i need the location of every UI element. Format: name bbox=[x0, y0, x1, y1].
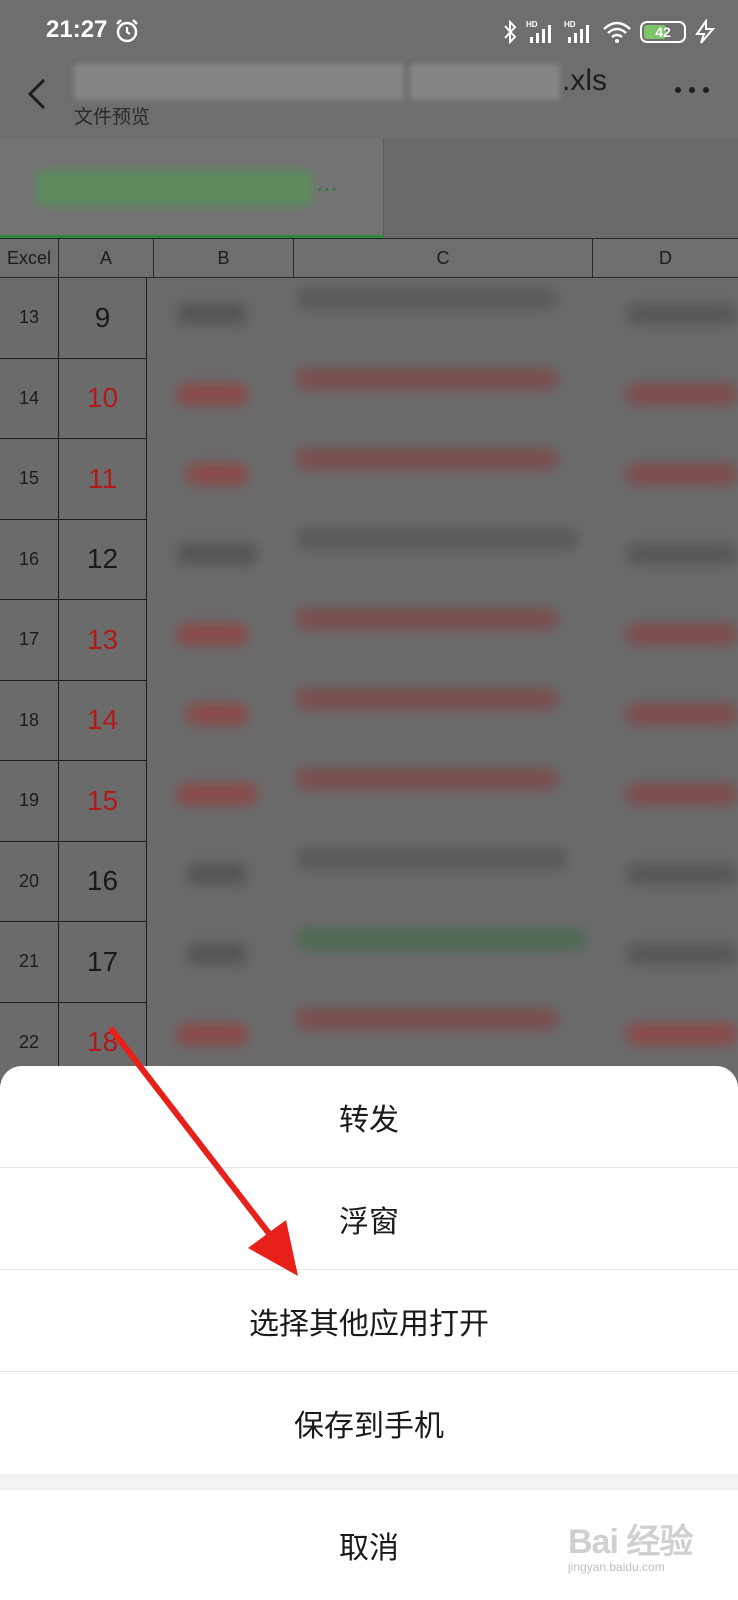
column-header-d[interactable]: D bbox=[593, 238, 738, 278]
row-header[interactable]: 15 bbox=[0, 439, 59, 520]
sheet-tab-strip: … bbox=[0, 138, 738, 238]
row-header[interactable]: 18 bbox=[0, 680, 59, 761]
battery-icon: 42 bbox=[640, 21, 686, 43]
row-header[interactable]: 17 bbox=[0, 600, 59, 681]
page-subtitle: 文件预览 bbox=[74, 106, 151, 128]
back-icon[interactable] bbox=[22, 74, 52, 114]
status-icons: HD HD 42 bbox=[502, 16, 716, 48]
floating-window-option[interactable]: 浮窗 bbox=[0, 1168, 738, 1270]
watermark-url: jingyan.baidu.com bbox=[568, 1560, 665, 1574]
cell-a[interactable]: 16 bbox=[59, 841, 147, 922]
header: .xls 文件预览 bbox=[0, 64, 738, 138]
sheet-name-redacted bbox=[36, 170, 312, 206]
sheet-name-ellipsis: … bbox=[316, 172, 339, 197]
cell-a[interactable]: 17 bbox=[59, 922, 147, 1003]
spreadsheet-grid: Excel A B C D 13 9 14 10 15 11 16 12 17 13 18 14 19 1… bbox=[0, 238, 738, 1118]
baidu-watermark: Bai 经验 jingyan.baidu.com bbox=[566, 1510, 716, 1580]
row-header[interactable]: 16 bbox=[0, 519, 59, 600]
watermark-brand: Bai 经验 bbox=[568, 1523, 693, 1561]
charging-icon bbox=[695, 19, 716, 44]
sheet-tab[interactable]: … bbox=[0, 138, 384, 238]
sheet-divider bbox=[0, 1474, 738, 1490]
column-header-c[interactable]: C bbox=[294, 238, 593, 278]
cell-a[interactable]: 9 bbox=[59, 278, 147, 359]
status-bar: 21:27 HD HD 42 bbox=[0, 0, 738, 64]
bluetooth-icon bbox=[504, 19, 517, 45]
open-with-other-app-option[interactable]: 选择其他应用打开 bbox=[0, 1270, 738, 1372]
row-header[interactable]: 20 bbox=[0, 841, 59, 922]
cell-a[interactable]: 15 bbox=[59, 761, 147, 842]
signal-hd-icon: HD bbox=[526, 20, 551, 43]
cell-a[interactable]: 10 bbox=[59, 358, 147, 439]
row-header[interactable]: 14 bbox=[0, 358, 59, 439]
cell-a[interactable]: 12 bbox=[59, 519, 147, 600]
file-title-redacted bbox=[74, 64, 404, 100]
redacted-cells bbox=[147, 278, 738, 1118]
alarm-icon bbox=[116, 19, 138, 43]
row-header[interactable]: 13 bbox=[0, 278, 59, 359]
column-header-a[interactable]: A bbox=[59, 238, 154, 278]
svg-text:HD: HD bbox=[564, 20, 576, 29]
svg-text:HD: HD bbox=[526, 20, 538, 29]
cell-a[interactable]: 13 bbox=[59, 600, 147, 681]
file-title-extension: .xls bbox=[562, 64, 607, 97]
grid-corner: Excel bbox=[0, 238, 59, 278]
file-title-redacted bbox=[410, 64, 560, 100]
forward-option[interactable]: 转发 bbox=[0, 1066, 738, 1168]
cell-a[interactable]: 11 bbox=[59, 439, 147, 520]
row-header[interactable]: 21 bbox=[0, 922, 59, 1003]
save-to-phone-option[interactable]: 保存到手机 bbox=[0, 1372, 738, 1474]
status-time: 21:27 bbox=[46, 16, 108, 43]
battery-level: 42 bbox=[655, 24, 671, 40]
column-header-b[interactable]: B bbox=[154, 238, 294, 278]
more-icon[interactable] bbox=[674, 84, 710, 96]
wifi-icon bbox=[603, 21, 631, 43]
signal-hd-icon: HD bbox=[564, 20, 589, 43]
cell-a[interactable]: 14 bbox=[59, 680, 147, 761]
row-header[interactable]: 19 bbox=[0, 761, 59, 842]
